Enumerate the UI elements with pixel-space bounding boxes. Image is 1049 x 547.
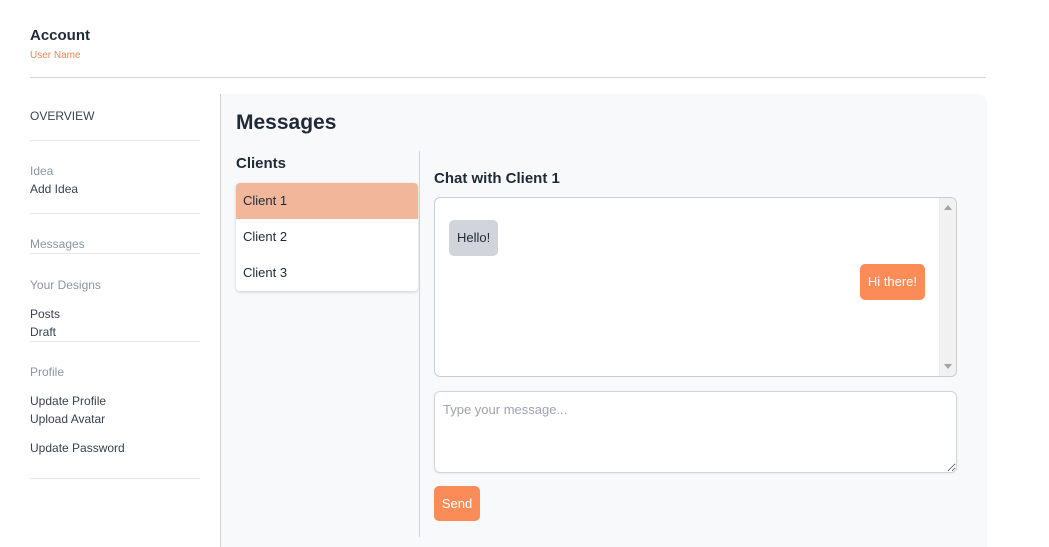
sidebar-item-add-idea[interactable]: Add Idea [30, 182, 78, 196]
user-name: User Name [30, 50, 81, 61]
chat-title: Chat with Client 1 [434, 170, 560, 187]
chat-scrollbar[interactable] [939, 198, 956, 376]
sidebar-divider [30, 341, 200, 342]
sidebar-divider [30, 478, 200, 479]
chat-history[interactable]: Hello! Hi there! [434, 197, 957, 377]
sidebar-divider [30, 140, 200, 141]
client-item-3[interactable]: Client 3 [236, 255, 418, 291]
scroll-up-arrow-icon[interactable] [944, 205, 952, 210]
sidebar-item-update-profile[interactable]: Update Profile [30, 394, 106, 408]
messages-panel: Messages Clients Client 1 Client 2 Clien… [221, 94, 987, 547]
sidebar-divider [30, 253, 200, 254]
page-title: Account [30, 27, 90, 44]
sidebar-item-upload-avatar[interactable]: Upload Avatar [30, 412, 105, 426]
scroll-down-arrow-icon[interactable] [944, 364, 952, 369]
message-outgoing: Hi there! [859, 264, 925, 300]
messages-heading: Messages [236, 111, 337, 134]
sidebar-item-draft[interactable]: Draft [30, 325, 56, 339]
client-item-1[interactable]: Client 1 [236, 183, 418, 219]
message-input[interactable] [434, 391, 957, 473]
sidebar-item-update-password[interactable]: Update Password [30, 441, 125, 455]
sidebar-section-idea: Idea [30, 164, 54, 178]
send-button[interactable]: Send [434, 486, 480, 521]
account-header: Account User Name [30, 27, 986, 78]
message-incoming: Hello! [449, 220, 499, 256]
sidebar-section-designs: Your Designs [30, 278, 101, 292]
clients-title: Clients [236, 155, 287, 172]
sidebar-item-posts[interactable]: Posts [30, 307, 60, 321]
client-list: Client 1 Client 2 Client 3 [236, 183, 418, 291]
client-item-2[interactable]: Client 2 [236, 219, 418, 255]
sidebar-divider [30, 213, 200, 214]
sidebar-item-messages[interactable]: Messages [30, 237, 85, 251]
sidebar: OVERVIEW Idea Add Idea Messages Your Des… [30, 78, 220, 547]
panel-divider [419, 151, 420, 537]
sidebar-section-profile: Profile [30, 365, 65, 379]
sidebar-item-overview[interactable]: OVERVIEW [30, 109, 94, 123]
